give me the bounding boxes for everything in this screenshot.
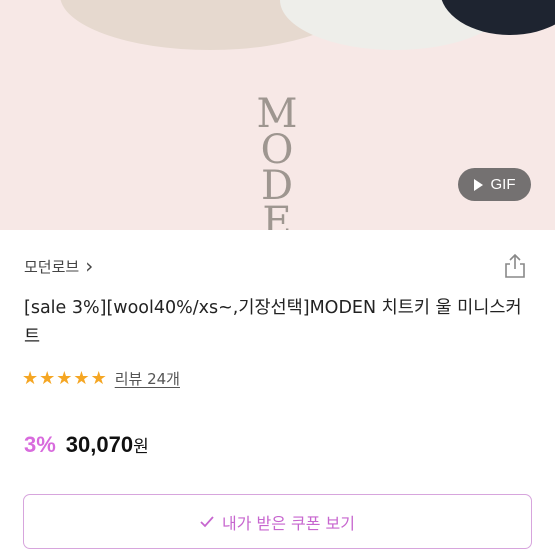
share-icon[interactable]	[502, 252, 528, 280]
price-row: 3% 30,070원	[24, 432, 149, 458]
product-title: [sale 3%][wool40%/xs~,기장선택]MODEN 치트키 울 미…	[24, 298, 522, 347]
view-coupons-button[interactable]: 내가 받은 쿠폰 보기	[23, 494, 532, 549]
chevron-right-icon: ›	[85, 254, 94, 278]
gif-label: GIF	[490, 176, 516, 193]
coupon-label: 내가 받은 쿠폰 보기	[221, 513, 356, 533]
check-icon	[200, 515, 214, 527]
star-icon: ★	[90, 367, 107, 389]
price-amount: 30,070	[65, 432, 134, 457]
star-icon: ★	[22, 367, 39, 389]
star-icon: ★	[73, 367, 90, 389]
review-count-link[interactable]: 리뷰 24개	[115, 368, 180, 389]
star-icon: ★	[56, 367, 73, 389]
play-icon	[473, 178, 483, 191]
star-icon: ★	[39, 367, 56, 389]
gif-play-button[interactable]: GIF	[458, 168, 531, 201]
star-rating: ★ ★ ★ ★ ★	[22, 367, 107, 389]
product-image[interactable]: M O D E N GIF	[0, 0, 555, 230]
sale-price: 30,070원	[66, 432, 149, 458]
discount-rate: 3%	[24, 432, 56, 457]
currency-label: 원	[133, 437, 149, 456]
seller-name: 모던로브	[24, 258, 80, 276]
logo-letter: E	[262, 199, 292, 230]
seller-link[interactable]: 모던로브 ›	[24, 256, 93, 277]
brand-logo: M O D E N	[252, 94, 302, 230]
rating-row: ★ ★ ★ ★ ★ 리뷰 24개	[22, 368, 180, 389]
